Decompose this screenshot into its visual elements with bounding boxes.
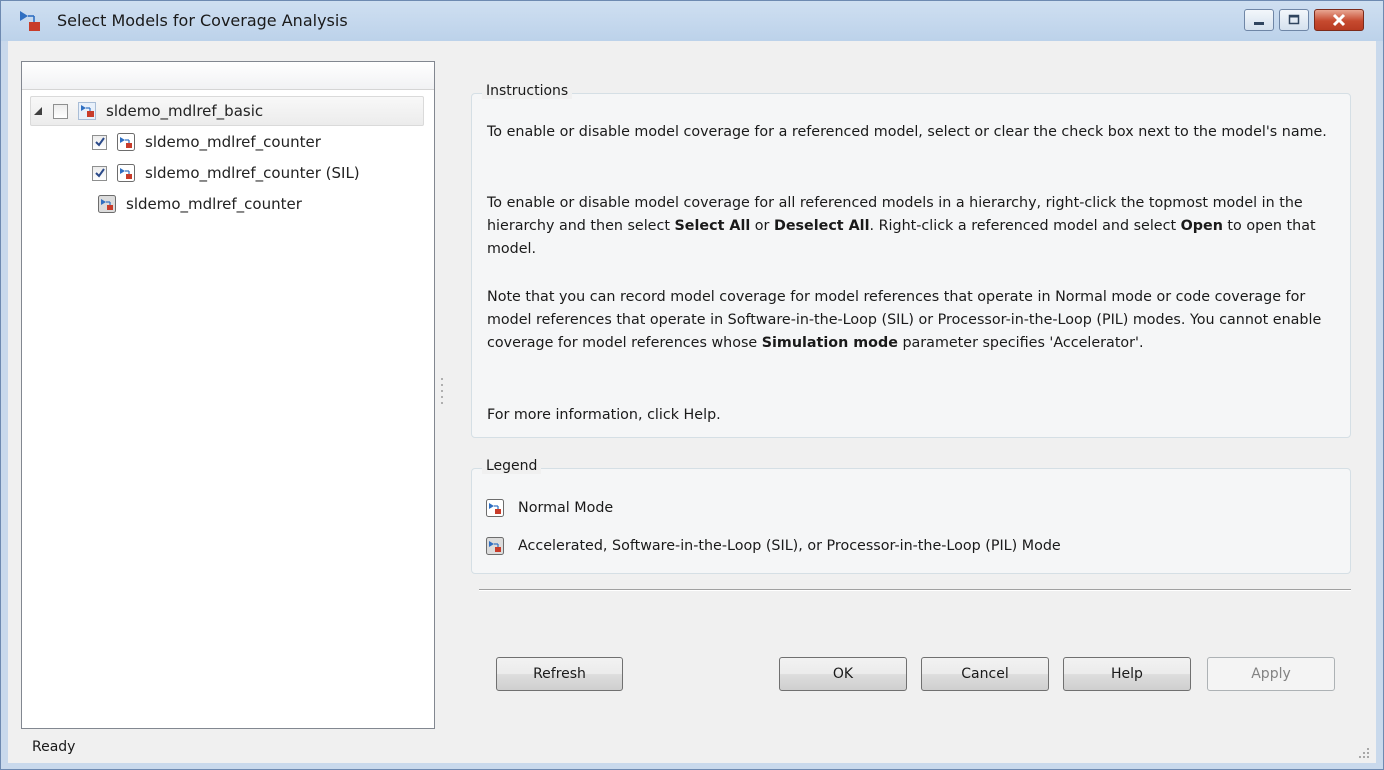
status-text: Ready bbox=[32, 739, 76, 755]
separator bbox=[479, 589, 1351, 591]
text-run: . Right-click a referenced model and sel… bbox=[869, 218, 1181, 234]
cancel-button[interactable]: Cancel bbox=[921, 657, 1049, 691]
close-button[interactable] bbox=[1314, 9, 1364, 31]
model-tree[interactable]: sldemo_mdlref_basic sldemo_mdlref_counte… bbox=[21, 61, 435, 729]
instructions-paragraph-1: To enable or disable model coverage for … bbox=[487, 124, 1327, 140]
legend-normal-row: Normal Mode bbox=[486, 499, 613, 517]
tree-item-counter[interactable]: sldemo_mdlref_counter bbox=[92, 127, 321, 157]
tree-item-checkbox[interactable] bbox=[53, 103, 68, 119]
maximize-icon bbox=[1288, 14, 1300, 25]
checkmark-icon bbox=[94, 168, 105, 178]
tree-item-counter-accel[interactable]: sldemo_mdlref_counter bbox=[98, 189, 302, 219]
tree-item-label: sldemo_mdlref_counter bbox=[145, 133, 321, 151]
tree-item-checkbox[interactable] bbox=[92, 134, 107, 150]
legend-title: Legend bbox=[482, 458, 542, 474]
minimize-icon bbox=[1254, 22, 1264, 25]
expand-collapse-icon[interactable] bbox=[31, 104, 45, 118]
checkmark-icon bbox=[94, 137, 105, 147]
tree-item-label: sldemo_mdlref_basic bbox=[106, 102, 264, 120]
window-title: Select Models for Coverage Analysis bbox=[57, 11, 348, 30]
instructions-paragraph-4: For more information, click Help. bbox=[487, 407, 721, 423]
legend-accelerated-label: Accelerated, Software-in-the-Loop (SIL),… bbox=[518, 538, 1061, 554]
refresh-button[interactable]: Refresh bbox=[496, 657, 623, 691]
accelerated-mode-icon bbox=[98, 195, 116, 213]
dialog-client-area: sldemo_mdlref_basic sldemo_mdlref_counte… bbox=[8, 41, 1376, 763]
legend-group: Legend Normal Mode Accelerated, Software… bbox=[471, 458, 1351, 574]
normal-mode-icon bbox=[117, 133, 135, 151]
tree-item-root[interactable]: sldemo_mdlref_basic bbox=[30, 96, 424, 126]
splitter-handle[interactable] bbox=[440, 377, 444, 409]
resize-grip-icon[interactable] bbox=[1358, 747, 1370, 759]
bold-text-simulation-mode: Simulation mode bbox=[761, 335, 898, 351]
model-icon bbox=[78, 102, 96, 120]
legend-normal-label: Normal Mode bbox=[518, 500, 614, 516]
accelerated-mode-icon bbox=[486, 537, 504, 555]
status-bar: Ready bbox=[8, 739, 1376, 763]
instructions-paragraph-3: Note that you can record model coverage … bbox=[487, 286, 1337, 355]
model-reference-icon bbox=[20, 11, 40, 31]
tree-item-checkbox[interactable] bbox=[92, 165, 107, 181]
normal-mode-icon bbox=[486, 499, 504, 517]
instructions-title: Instructions bbox=[482, 83, 573, 99]
tree-item-counter-sil[interactable]: sldemo_mdlref_counter (SIL) bbox=[92, 158, 360, 188]
maximize-button[interactable] bbox=[1279, 9, 1309, 31]
apply-button: Apply bbox=[1207, 657, 1335, 691]
dialog-window: Select Models for Coverage Analysis slde… bbox=[0, 0, 1384, 770]
ok-button[interactable]: OK bbox=[779, 657, 907, 691]
bold-text-deselect-all: Deselect All bbox=[773, 218, 870, 234]
help-button[interactable]: Help bbox=[1063, 657, 1191, 691]
legend-accelerated-row: Accelerated, Software-in-the-Loop (SIL),… bbox=[486, 537, 1061, 555]
bold-text-select-all: Select All bbox=[674, 218, 751, 234]
title-bar[interactable]: Select Models for Coverage Analysis bbox=[1, 1, 1383, 41]
close-icon bbox=[1332, 13, 1346, 27]
tree-item-label: sldemo_mdlref_counter (SIL) bbox=[145, 164, 360, 182]
tree-item-label: sldemo_mdlref_counter bbox=[126, 195, 302, 213]
instructions-paragraph-2: To enable or disable model coverage for … bbox=[487, 192, 1337, 261]
tree-header bbox=[22, 62, 434, 90]
text-run: parameter specifies 'Accelerator'. bbox=[897, 335, 1144, 351]
bold-text-open: Open bbox=[1180, 218, 1223, 234]
instructions-group: Instructions To enable or disable model … bbox=[471, 83, 1351, 438]
normal-mode-icon bbox=[117, 164, 135, 182]
minimize-button[interactable] bbox=[1244, 9, 1274, 31]
text-run: or bbox=[750, 218, 774, 234]
